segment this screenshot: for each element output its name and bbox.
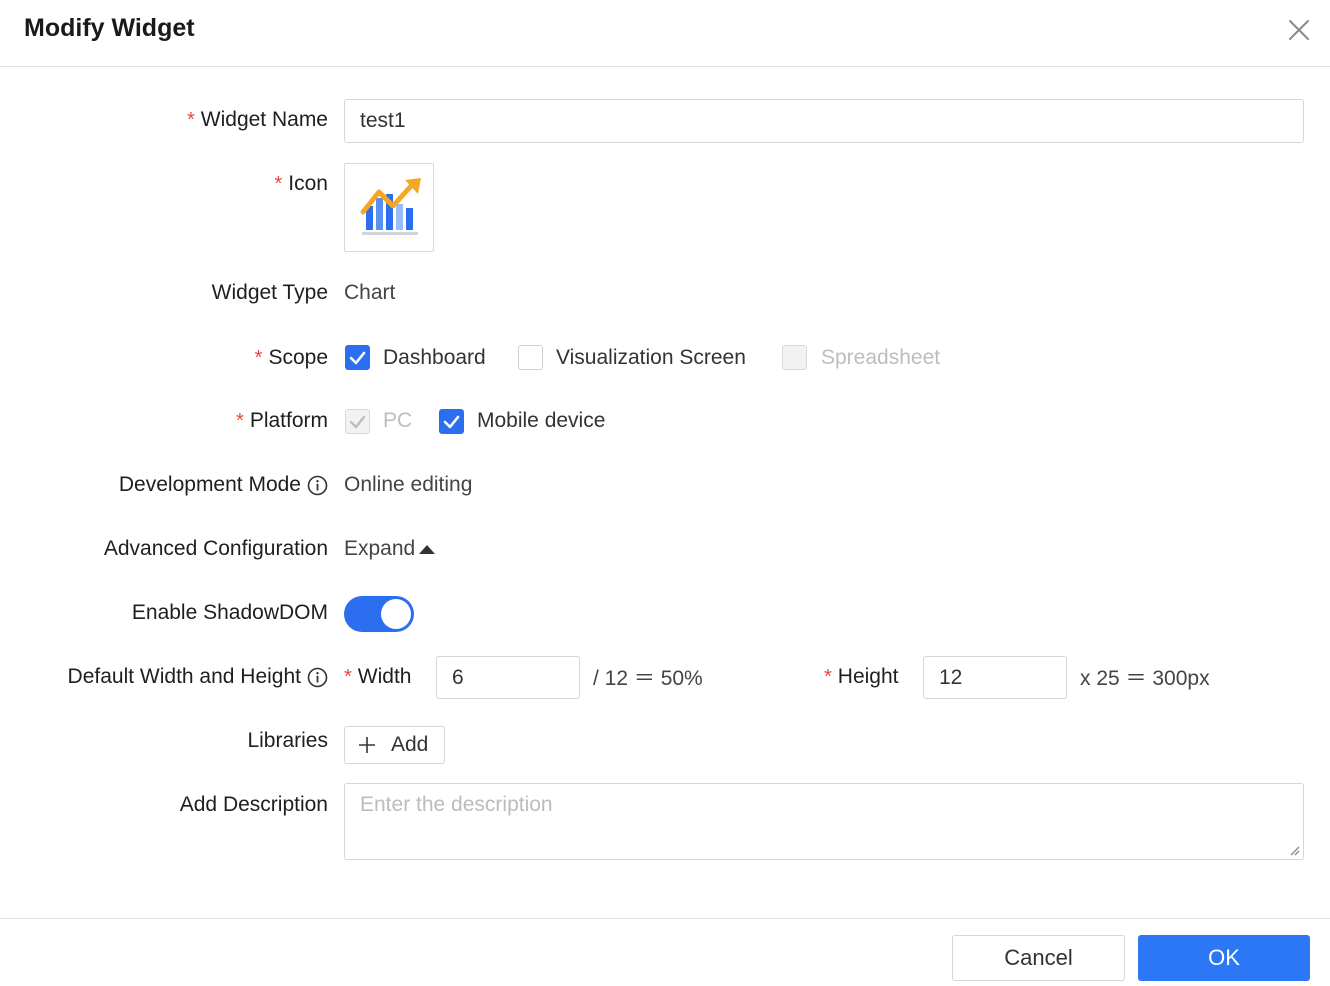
height-pixels-text: x 25 ＝ 300px [1080, 667, 1210, 690]
widget-type-label: Widget Type [211, 281, 328, 304]
description-placeholder: Enter the description [360, 793, 553, 816]
platform-label: * Platform [236, 409, 328, 432]
required-mark: * [236, 409, 244, 432]
default-size-label: Default Width and Height [68, 661, 328, 693]
ok-button[interactable]: OK [1138, 935, 1310, 981]
required-mark: * [254, 346, 263, 369]
height-input[interactable]: 12 [923, 656, 1067, 699]
required-mark: * [824, 665, 832, 688]
width-label: * Width [344, 665, 412, 688]
scope-dashboard-checkbox[interactable] [345, 345, 370, 370]
checkmark-icon [349, 415, 366, 429]
platform-pc-checkbox [345, 409, 370, 434]
platform-mobile-label[interactable]: Mobile device [477, 405, 605, 437]
bar-chart-trend-icon [360, 178, 421, 235]
width-ratio-text: / 12 ＝ 50% [593, 667, 703, 690]
height-label: * Height [824, 665, 899, 688]
dialog-header: Modify Widget [0, 0, 1330, 67]
required-mark: * [274, 172, 283, 195]
add-library-button[interactable]: Add [344, 726, 445, 764]
close-icon[interactable] [1286, 17, 1312, 43]
checkmark-icon [443, 415, 460, 429]
description-textarea[interactable]: Enter the description [344, 783, 1304, 860]
scope-label: * Scope [254, 346, 328, 369]
caret-up-icon [419, 545, 436, 554]
description-label: Add Description [179, 793, 328, 816]
plus-icon [359, 737, 375, 753]
scope-spreadsheet-label: Spreadsheet [821, 346, 941, 369]
development-mode-value: Online editing [344, 473, 473, 496]
widget-name-input[interactable]: test1 [344, 99, 1304, 143]
icon-label: * Icon [274, 172, 329, 195]
development-mode-label: Development Mode [119, 469, 328, 501]
dialog-title: Modify Widget [24, 14, 195, 42]
required-mark: * [344, 665, 352, 688]
scope-visualization-screen-checkbox[interactable] [518, 345, 543, 370]
dialog-footer [0, 918, 1330, 986]
cancel-button[interactable]: Cancel [952, 935, 1125, 981]
checkmark-icon [349, 351, 366, 365]
scope-visualization-screen-label[interactable]: Visualization Screen [556, 342, 746, 374]
advanced-configuration-toggle[interactable]: Expand [344, 533, 436, 565]
icon-picker[interactable] [344, 163, 434, 252]
shadow-dom-label: Enable ShadowDOM [131, 601, 328, 624]
toggle-knob [381, 599, 411, 629]
widget-name-label: * Widget Name [186, 108, 328, 131]
info-icon[interactable] [307, 475, 328, 496]
libraries-label: Libraries [247, 729, 328, 752]
info-icon[interactable] [307, 667, 328, 688]
platform-mobile-checkbox[interactable] [439, 409, 464, 434]
widget-type-value: Chart [344, 281, 396, 304]
width-input[interactable]: 6 [436, 656, 580, 699]
scope-spreadsheet-checkbox [782, 345, 807, 370]
advanced-configuration-label: Advanced Configuration [103, 537, 328, 560]
required-mark: * [186, 108, 195, 131]
resize-handle-icon[interactable] [1288, 844, 1300, 856]
shadow-dom-toggle[interactable] [344, 596, 414, 632]
platform-pc-label: PC [383, 409, 413, 432]
scope-dashboard-label[interactable]: Dashboard [383, 342, 486, 374]
